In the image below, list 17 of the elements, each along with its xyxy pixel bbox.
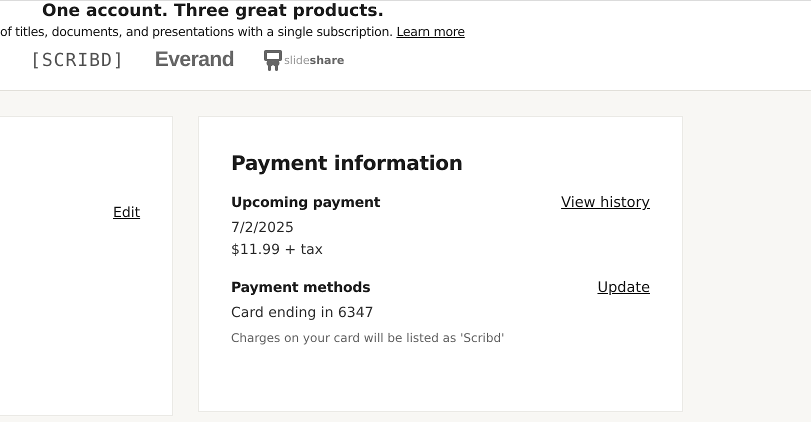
scribd-logo: [SCRIBD]	[30, 50, 125, 70]
edit-link[interactable]: Edit	[113, 205, 140, 221]
section-heading: Payment methods	[231, 280, 370, 296]
learn-more-link[interactable]: Learn more	[396, 24, 465, 39]
slideshare-logo: slideshare	[284, 54, 344, 66]
section-heading: Upcoming payment	[231, 195, 380, 211]
detail-text: 7/2/2025	[231, 220, 295, 236]
detail-text: $11.99 + tax	[231, 242, 324, 258]
section-link[interactable]: View history	[561, 195, 650, 211]
detail-text: Card ending in 6347	[231, 305, 375, 321]
card-title: Payment information	[231, 151, 464, 175]
banner-subtitle: of titles, documents, and presentations with a single subscription.	[0, 24, 393, 39]
section-link[interactable]: Update	[597, 280, 650, 296]
note-text: Charges on your card will be listed as 'Scribd'	[231, 331, 506, 345]
everand-logo: Everand	[154, 48, 234, 72]
banner-heading: One account. Three great products.	[41, 2, 385, 20]
slideshare-icon	[264, 50, 282, 70]
